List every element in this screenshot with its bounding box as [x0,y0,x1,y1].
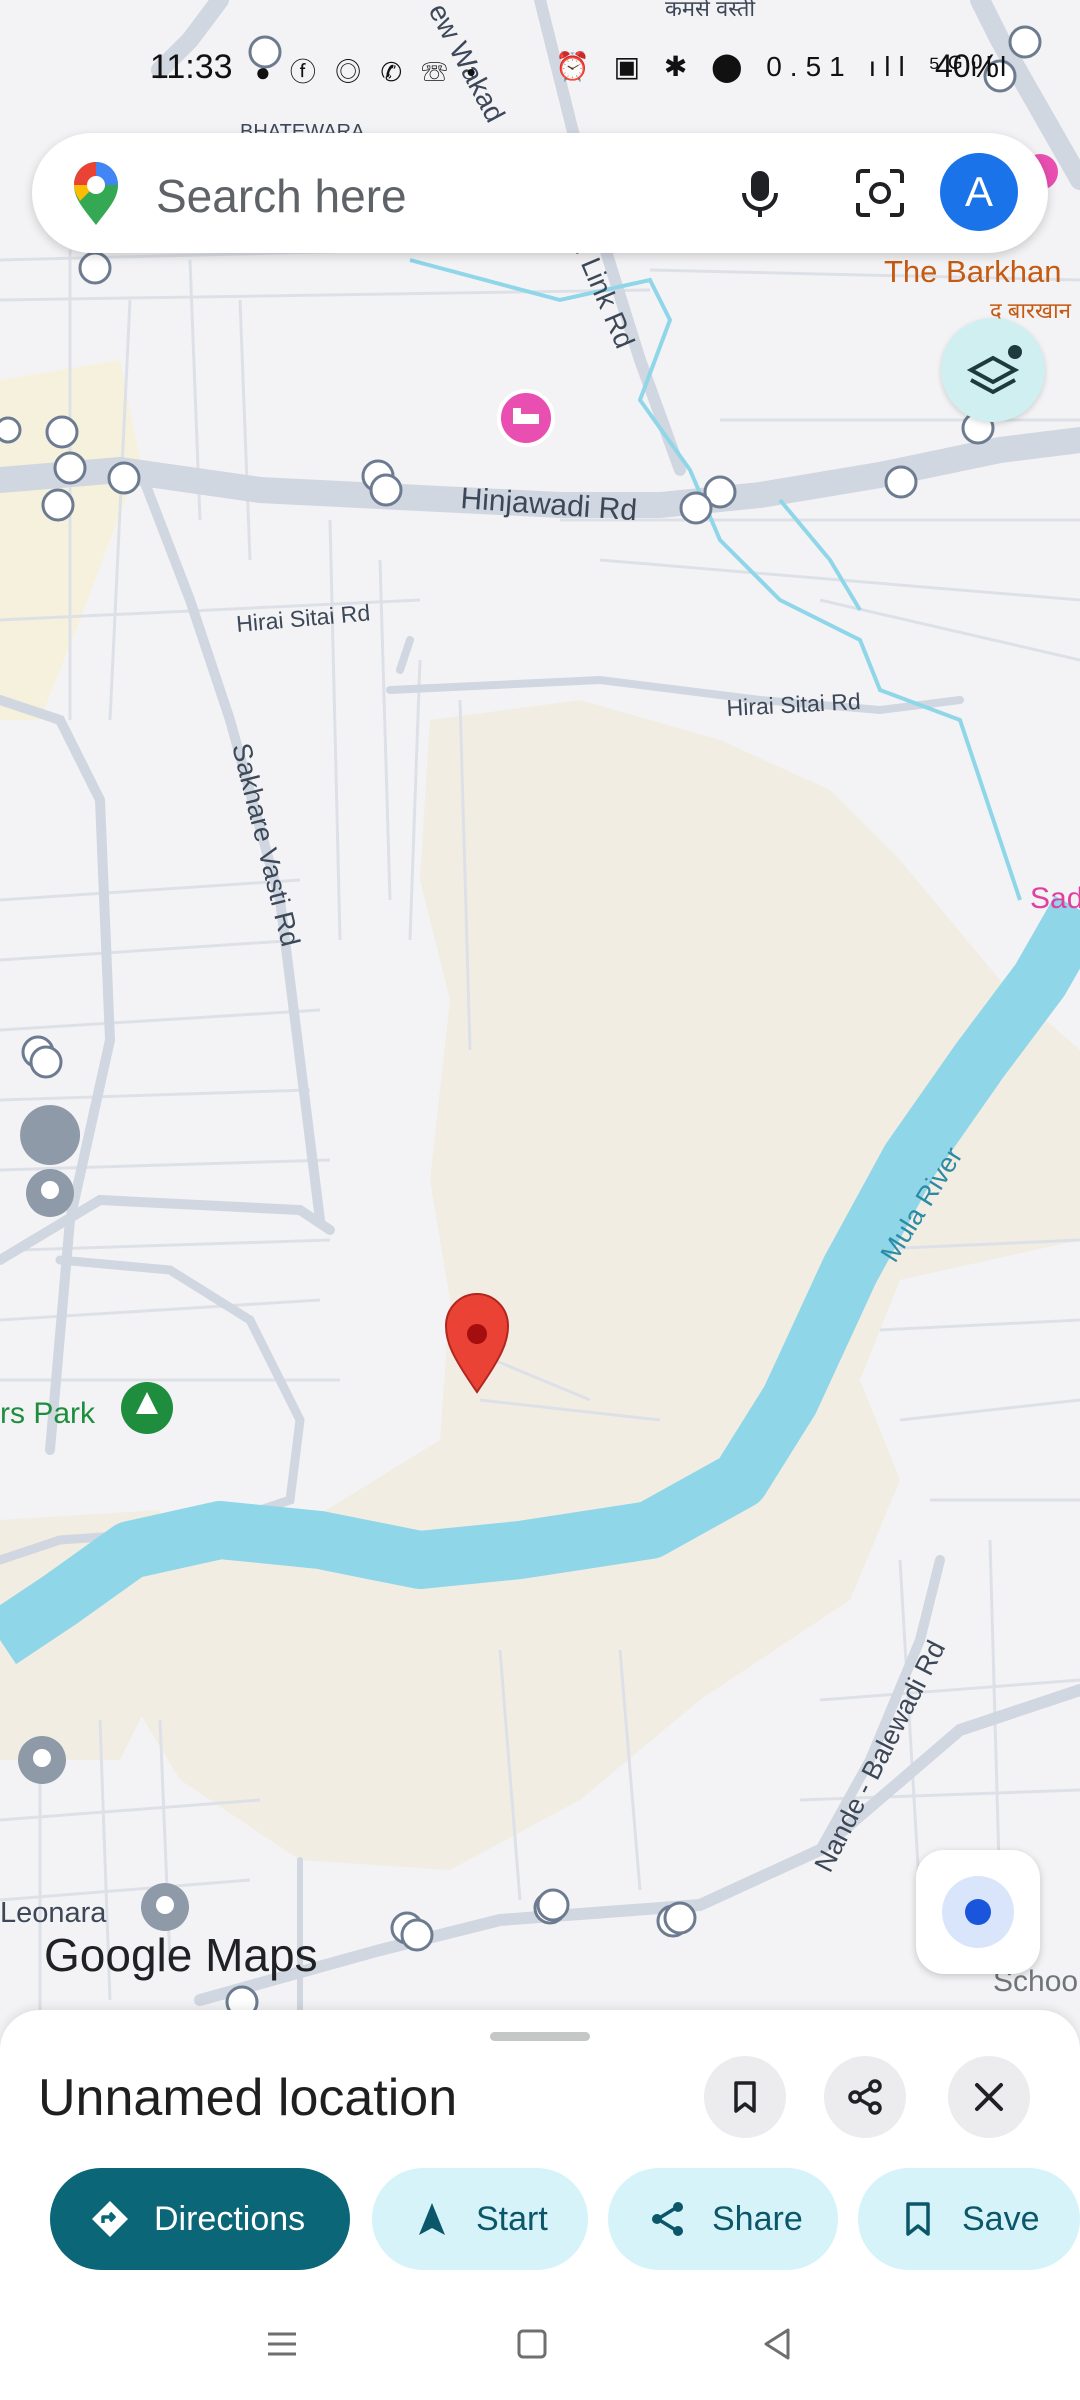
navigation-arrow-icon [419,2203,445,2235]
google-maps-logo: Google Maps [44,1929,318,1981]
close-button[interactable] [948,2056,1030,2138]
microphone-icon[interactable] [732,165,788,221]
share-place-button[interactable] [824,2056,906,2138]
map-label-leonara: Leonara [0,1897,107,1929]
save-label: Save [962,2199,1040,2238]
directions-button[interactable]: Directions [50,2168,350,2270]
home-icon[interactable] [512,2324,552,2364]
directions-label: Directions [154,2199,306,2238]
share-label: Share [712,2199,803,2238]
layers-button[interactable] [941,318,1045,422]
map-label-barkhan: The Barkhan [884,254,1062,289]
system-navigation-bar [0,2310,1080,2380]
status-time: 11:33 [150,48,233,86]
place-title: Unnamed location [38,2069,458,2127]
my-location-icon [942,1876,1014,1948]
recent-apps-icon[interactable] [262,2324,302,2364]
save-place-button[interactable] [704,2056,786,2138]
drag-handle[interactable] [490,2032,590,2041]
map-canvas[interactable]: कमसे वस्ती BHATEWARA ew Wakad i Link Rd … [0,0,1080,2010]
share-button[interactable]: Share [608,2168,838,2270]
bookmark-icon [906,2202,930,2236]
lens-camera-icon[interactable] [852,165,908,221]
search-input[interactable]: Search here [156,169,407,223]
start-button[interactable]: Start [372,2168,588,2270]
directions-icon [92,2201,128,2237]
search-bar[interactable]: Search here A [32,133,1048,253]
back-icon[interactable] [758,2324,798,2364]
share-icon [652,2202,683,2236]
bookmark-icon [734,2081,756,2113]
map-label-area-top: कमसे वस्ती [665,0,755,21]
hotel-pin-icon[interactable] [497,389,555,447]
status-bar: 11:33 ● ⓕ ◎ ✆ ☏ • ⏰ ▣ ✱ ⬤ 0.51 ıll ⁵ᴳıll… [0,40,1080,104]
layers-icon [966,345,1022,395]
map-label-park: rs Park [0,1397,96,1430]
maps-logo-icon [74,162,118,225]
my-location-button[interactable] [916,1850,1040,1974]
park-pin-icon[interactable] [121,1382,173,1434]
notification-icons: ● ⓕ ◎ ✆ ☏ • [255,57,482,87]
account-avatar[interactable]: A [940,153,1018,231]
battery-level: 40% [935,48,1000,84]
save-button[interactable]: Save [858,2168,1080,2270]
action-chip-row: Directions Start Share Save [50,2168,1080,2272]
map-label-sad: Sad [1030,882,1080,915]
close-icon [975,2083,1003,2111]
start-label: Start [476,2199,548,2238]
share-icon [848,2079,882,2115]
